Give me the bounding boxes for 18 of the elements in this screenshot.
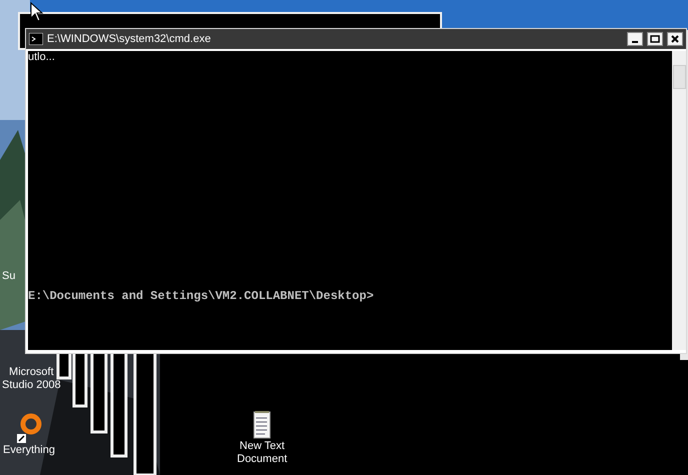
icon-label[interactable]: utlo... — [28, 51, 55, 64]
maximize-icon — [650, 35, 660, 43]
console-icon — [29, 33, 43, 45]
scroll-thumb[interactable] — [673, 65, 686, 89]
scrollbar[interactable] — [672, 51, 686, 350]
minimize-button[interactable] — [627, 32, 643, 46]
close-button[interactable] — [667, 32, 683, 46]
window-title: E:\WINDOWS\system32\cmd.exe — [47, 33, 212, 45]
icon-label[interactable]: Su — [2, 270, 16, 283]
ring-icon — [14, 412, 43, 444]
close-icon — [671, 35, 679, 43]
prompt-line: E:\Documents and Settings\VM2.COLLABNET\Desktop> — [28, 289, 375, 303]
notepad-icon — [252, 410, 272, 440]
icon-label[interactable]: Microsoft Studio 2008 — [2, 366, 61, 392]
icon-label[interactable]: New Text Document — [237, 440, 288, 466]
console-area[interactable]: utlo... E:\Documents and Settings\VM2.COLLABNET\Desktop> — [28, 51, 672, 350]
icon-label[interactable]: Everything — [3, 444, 55, 457]
maximize-button[interactable] — [647, 32, 663, 46]
